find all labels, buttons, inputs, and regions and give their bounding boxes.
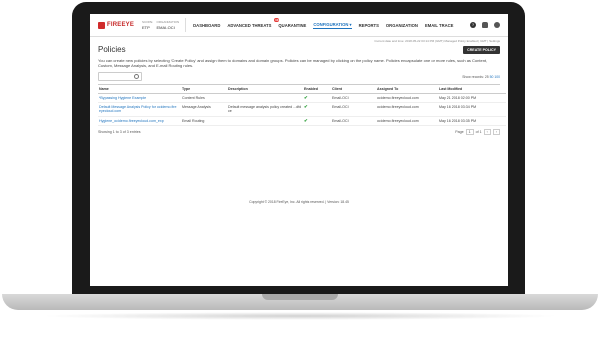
policy-assigned-to: ocidemo.fireeyecloud.com [376, 103, 438, 117]
bell-icon[interactable] [482, 22, 488, 28]
policy-name-link[interactable]: Default Message Analysis Policy for ocid… [98, 103, 181, 117]
table-footer: Showing 1 to 3 of 3 entries Page 1 of 1 … [90, 126, 508, 135]
showing-entries: Showing 1 to 3 of 3 entries [98, 129, 141, 134]
enabled-cell: ✔ [303, 117, 331, 126]
policy-description: Default message analysis policy created … [227, 103, 303, 117]
check-icon: ✔ [304, 117, 308, 123]
org-selector[interactable]: ORGANIZATION EMAI-OCI [157, 20, 180, 30]
org-value: EMAI-OCI [156, 25, 175, 30]
scope-selector[interactable]: SCOPE ETP [142, 20, 153, 30]
create-policy-button[interactable]: CREATE POLICY [463, 45, 500, 54]
table-row: Hygiene_ocidemo.fireeyecloud.com_exp Ema… [98, 117, 506, 126]
threat-count-badge: 10 [274, 17, 280, 22]
page-description: You can create new policies by selecting… [98, 58, 488, 68]
col-enabled[interactable]: Enabled [303, 85, 331, 94]
prev-page-icon[interactable]: ‹ [483, 128, 491, 135]
page-label: Page [455, 129, 464, 134]
search-input[interactable] [98, 72, 142, 81]
laptop-shadow [40, 312, 560, 320]
laptop-notch [262, 294, 338, 300]
user-icon[interactable] [494, 22, 500, 28]
fireeye-logo-icon [98, 21, 105, 29]
page-number-input[interactable]: 1 [465, 128, 474, 135]
laptop-base [2, 294, 598, 310]
help-icon[interactable]: ? [470, 22, 476, 28]
policy-description [227, 94, 303, 104]
table-row: Default Message Analysis Policy for ocid… [98, 103, 506, 117]
page-title: Policies [98, 45, 126, 54]
check-icon: ✔ [304, 95, 308, 100]
col-client[interactable]: Client [331, 85, 376, 94]
policy-client: Email-OCI [331, 117, 376, 126]
policy-name-link[interactable]: Hygiene_ocidemo.fireeyecloud.com_exp [98, 117, 181, 126]
nav-advanced-threats[interactable]: ADVANCED THREATS 10 [227, 17, 280, 28]
search-icon [134, 74, 139, 79]
policies-table: Name Type Description Enabled Client Ass… [98, 84, 506, 126]
policy-client: Email-OCI [331, 94, 376, 104]
nav-configuration[interactable]: CONFIGURATION ▾ [313, 22, 352, 29]
col-assigned-to[interactable]: Assigned To [376, 85, 438, 94]
policy-client: Email-OCI [331, 103, 376, 117]
col-type[interactable]: Type [181, 85, 227, 94]
pager: Page 1 of 1 ‹ › [455, 128, 500, 135]
show-records-100[interactable]: 100 [494, 75, 500, 79]
policy-assigned-to: ocidemo.fireeyecloud.com [376, 94, 438, 104]
nav-divider [185, 18, 187, 32]
enabled-cell: ✔ [303, 103, 331, 117]
nav-reports[interactable]: REPORTS [359, 23, 379, 28]
logo-text: FIREEYE [107, 22, 135, 28]
policy-last-modified: May 16 2018 03:35 PM [438, 117, 506, 126]
show-records-50[interactable]: 50 [490, 75, 494, 79]
copyright: Copyright © 2018 FireEye, Inc. All right… [249, 200, 349, 204]
screen: FIREEYE SCOPE ETP ORGANIZATION EMAI-OCI … [90, 14, 508, 286]
show-records: Show records: 25 50 100 [462, 75, 500, 79]
nav-right-icons: ? [470, 22, 500, 28]
policy-description [227, 117, 303, 126]
check-icon: ✔ [304, 104, 308, 110]
title-row: Policies CREATE POLICY [90, 43, 508, 54]
policy-type: Content Rules [181, 94, 227, 104]
enabled-cell: ✔ [303, 94, 331, 104]
policy-name-link[interactable]: *Bypassing Hygiene Example [98, 94, 181, 104]
next-page-icon[interactable]: › [492, 128, 500, 135]
nav-advanced-threats-label: ADVANCED THREATS [227, 22, 272, 28]
page-of-label: of 1 [475, 129, 482, 134]
logo[interactable]: FIREEYE [98, 21, 138, 29]
policy-type: Email Routing [181, 117, 227, 126]
col-name[interactable]: Name [98, 85, 181, 94]
col-description[interactable]: Description [227, 85, 303, 94]
policy-last-modified: May 21 2018 02:00 PM [438, 94, 506, 104]
col-last-modified[interactable]: Last Modified [438, 85, 506, 94]
scope-value: ETP [142, 25, 150, 30]
nav-organization[interactable]: ORGANIZATION [386, 23, 418, 28]
search-row: Show records: 25 50 100 [90, 68, 508, 81]
nav-email-trace[interactable]: EMAIL TRACE [425, 23, 454, 28]
nav-quarantine[interactable]: QUARANTINE [278, 23, 306, 28]
table-row: *Bypassing Hygiene Example Content Rules… [98, 94, 506, 104]
policy-assigned-to: ocidemo.fireeyecloud.com [376, 117, 438, 126]
policy-last-modified: May 16 2018 03:34 PM [438, 103, 506, 117]
top-nav: FIREEYE SCOPE ETP ORGANIZATION EMAI-OCI … [90, 14, 508, 37]
nav-dashboard[interactable]: DASHBOARD [193, 23, 220, 28]
policy-type: Message Analysis [181, 103, 227, 117]
show-records-label: Show records: 25 [462, 74, 489, 79]
table-header: Name Type Description Enabled Client Ass… [98, 85, 506, 94]
